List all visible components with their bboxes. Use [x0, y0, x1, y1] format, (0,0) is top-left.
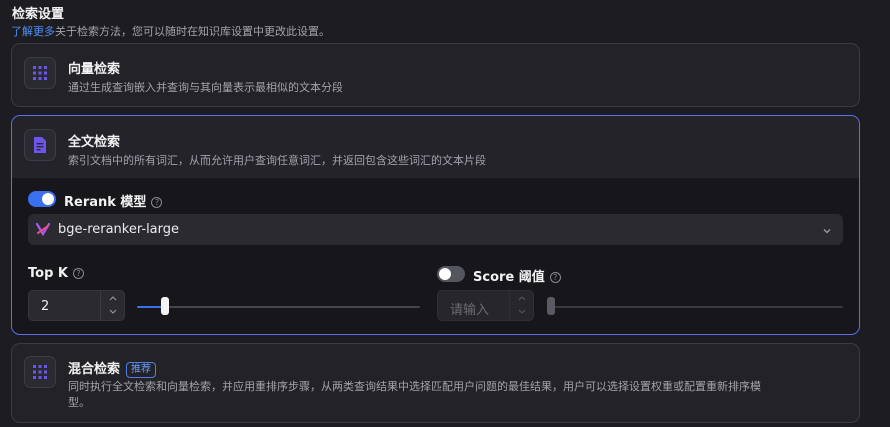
topk-stepper[interactable] — [100, 291, 124, 320]
retrieval-settings-desc: 了解更多关于检索方法，您可以随时在知识库设置中更改此设置。 — [11, 23, 330, 39]
score-input[interactable]: 请输入 — [437, 290, 534, 321]
topk-label: Top K? — [28, 266, 84, 281]
chevron-down-icon — [821, 222, 833, 241]
topk-input[interactable]: 2 — [28, 290, 125, 321]
grid-icon — [24, 356, 56, 388]
topk-value: 2 — [41, 299, 50, 314]
score-toggle[interactable] — [437, 266, 465, 282]
vector-search-card[interactable]: 向量检索 通过生成查询嵌入并查询与其向量表示最相似的文本分段 — [11, 43, 860, 107]
topk-slider-handle[interactable] — [161, 297, 170, 315]
rerank-model-select[interactable]: bge-reranker-large — [28, 214, 843, 245]
help-icon[interactable]: ? — [72, 268, 84, 279]
help-icon[interactable]: ? — [549, 272, 561, 283]
vector-search-title: 向量检索 — [68, 62, 121, 77]
learn-more-link[interactable]: 了解更多 — [11, 25, 55, 38]
toggle-knob — [439, 268, 451, 280]
model-provider-icon — [35, 221, 51, 241]
retrieval-settings-title: 检索设置 — [12, 7, 65, 22]
fulltext-search-desc: 索引文档中的所有词汇，从而允许用户查询任意词汇，并返回包含这些词汇的文本片段 — [68, 154, 486, 167]
score-slider-handle[interactable] — [547, 297, 555, 315]
hybrid-search-card[interactable]: 混合检索 推荐 同时执行全文检索和向量检索，并应用重排序步骤，从两类查询结果中选择… — [11, 343, 860, 423]
score-slider-track[interactable] — [547, 306, 843, 308]
chevron-down-icon[interactable] — [101, 305, 124, 319]
rerank-label: Rerank 模型? — [64, 191, 163, 210]
hybrid-search-desc-line2: 型。 — [68, 396, 90, 409]
help-icon[interactable]: ? — [151, 197, 163, 208]
rerank-model-value: bge-reranker-large — [58, 222, 180, 237]
vector-search-desc: 通过生成查询嵌入并查询与其向量表示最相似的文本分段 — [68, 81, 343, 94]
score-label: Score 阈值? — [473, 266, 561, 285]
chevron-up-icon[interactable] — [510, 291, 533, 305]
rerank-toggle[interactable] — [28, 191, 56, 207]
desc-text: 关于检索方法，您可以随时在知识库设置中更改此设置。 — [55, 25, 330, 38]
recommended-badge: 推荐 — [126, 362, 157, 378]
hybrid-search-desc-line1: 同时执行全文检索和向量检索，并应用重排序步骤，从两类查询结果中选择匹配用户问题的… — [68, 380, 761, 393]
chevron-down-icon[interactable] — [510, 305, 533, 319]
document-icon — [24, 129, 56, 161]
fulltext-search-header: 全文检索 索引文档中的所有词汇，从而允许用户查询任意词汇，并返回包含这些词汇的文… — [12, 116, 859, 178]
chevron-up-icon[interactable] — [101, 291, 124, 305]
score-placeholder: 请输入 — [450, 303, 490, 318]
hybrid-search-title: 混合检索 推荐 — [68, 358, 157, 378]
topk-slider-track[interactable] — [137, 306, 420, 308]
fulltext-search-title: 全文检索 — [68, 135, 121, 150]
toggle-knob — [42, 193, 54, 205]
fulltext-search-card[interactable]: 全文检索 索引文档中的所有词汇，从而允许用户查询任意词汇，并返回包含这些词汇的文… — [11, 115, 860, 335]
grid-icon — [24, 57, 56, 89]
score-stepper[interactable] — [509, 291, 533, 320]
